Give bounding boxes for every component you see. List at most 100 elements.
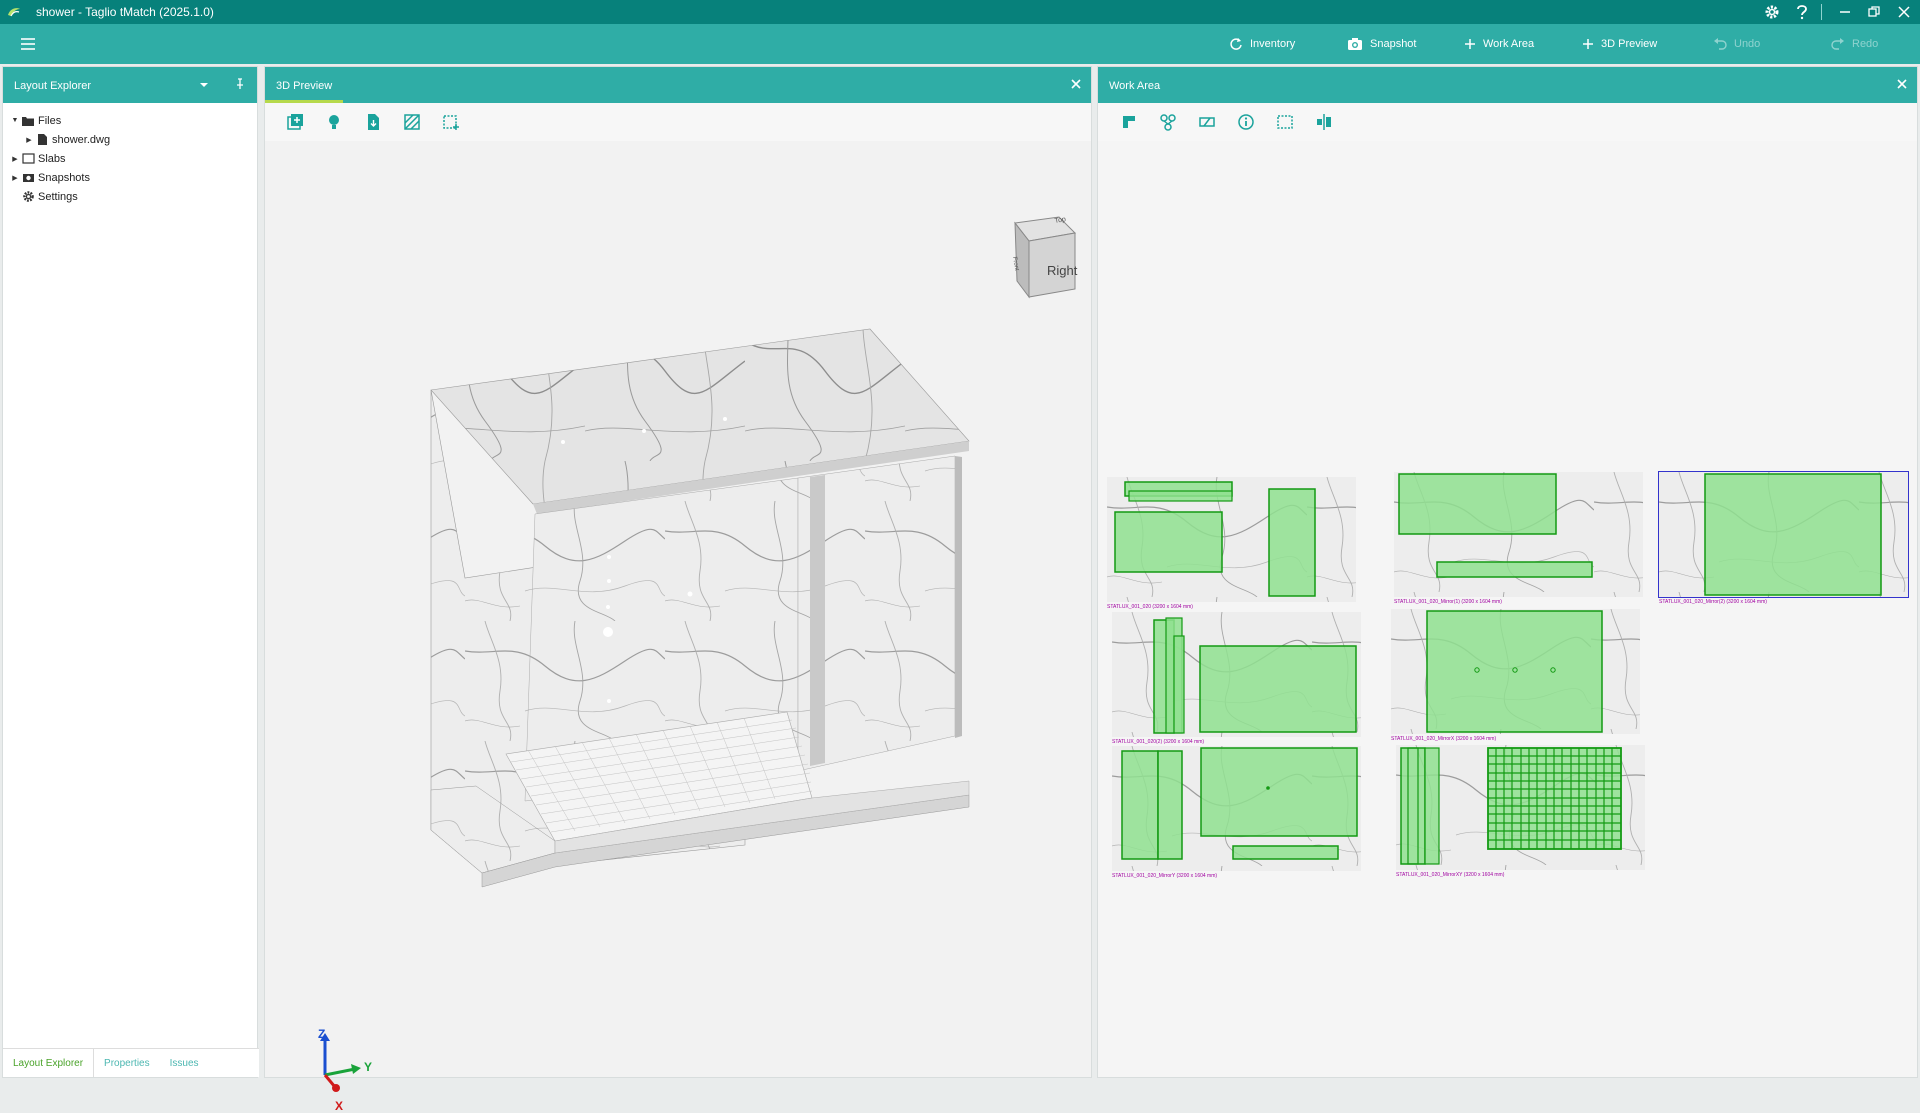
axis-gizmo [320,1033,361,1092]
tree-item-files[interactable]: ▼ Files [9,111,110,130]
explorer-tree: ▼ Files ▶ shower.dwg ▶ Slabs ▶ Snapshots… [9,111,111,206]
dropdown-icon[interactable] [199,80,209,90]
select-area-icon[interactable] [1276,113,1294,131]
transform-icon[interactable] [1198,113,1216,131]
work-area-label: Work Area [1483,38,1535,50]
inventory-label: Inventory [1250,38,1296,50]
undo-label: Undo [1734,38,1761,50]
camera-icon [1348,38,1362,50]
separator [1821,4,1822,20]
slab-card[interactable]: STATLUX_001_020(2) (3200 x 1604 mm) [1112,612,1361,745]
plus-icon [1583,39,1593,49]
inventory-button[interactable]: Inventory [1229,32,1295,56]
3d-preview-tools [265,103,1091,141]
3d-viewport[interactable]: Top Front Right Z Y X [265,141,1091,1113]
corner-align-icon[interactable] [1120,113,1138,131]
slab-icon [21,152,35,166]
tree-label: Slabs [38,152,66,165]
close-icon[interactable] [1069,77,1083,91]
app-logo-icon [8,8,20,17]
slab-card-selected[interactable]: STATLUX_001_020_Mirror(2) (3200 x 1604 m… [1658,471,1909,605]
slab-card[interactable]: STATLUX_001_020_Mirror(1) (3200 x 1604 m… [1394,472,1643,605]
undo-button[interactable]: Undo [1713,32,1760,56]
view-cube-label[interactable]: Right [1047,263,1077,278]
expand-arrow-icon[interactable]: ▶ [9,172,21,184]
export-file-icon[interactable] [364,113,382,131]
redo-icon [1831,38,1844,50]
distribute-icon[interactable] [1315,113,1333,131]
redo-label: Redo [1852,38,1879,50]
settings-icon[interactable] [1759,2,1785,22]
tree-item-settings[interactable]: Settings [9,187,110,206]
3d-preview-header: 3D Preview [265,67,1091,103]
connect-nodes-icon[interactable] [1159,113,1177,131]
tree-label: Settings [38,190,78,203]
slab-label: STATLUX_001_020 (3200 x 1604 mm) [1107,604,1193,610]
tab-layout-explorer[interactable]: Layout Explorer [3,1049,95,1077]
select-area-icon[interactable] [442,113,460,131]
menu-icon[interactable] [18,34,38,54]
slab-card[interactable]: STATLUX_001_020_MirrorX (3200 x 1604 mm) [1391,609,1640,742]
redo-button[interactable]: Redo [1831,32,1878,56]
slab-label: STATLUX_001_020_MirrorY (3200 x 1604 mm) [1112,873,1218,879]
expand-arrow-icon[interactable]: ▶ [9,153,21,165]
title-bar: shower - Taglio tMatch (2025.1.0) [0,0,1920,24]
close-window-icon[interactable] [1891,2,1917,22]
3d-preview-button[interactable]: 3D Preview [1582,32,1657,56]
snapshot-label: Snapshot [1370,38,1417,50]
axis-z-label: Z [318,1027,326,1041]
slab-card[interactable]: STATLUX_001_020 (3200 x 1604 mm) [1107,477,1356,610]
info-icon[interactable] [1237,113,1255,131]
layout-explorer-panel: Layout Explorer ▼ Files ▶ shower.dwg ▶ S… [2,66,259,1078]
add-view-icon[interactable] [286,113,304,131]
help-icon[interactable] [1789,2,1815,22]
3d-preview-panel: 3D Preview Top Front Right Z Y X [264,66,1092,1113]
slab-label: STATLUX_001_020_MirrorXY (3200 x 1604 mm… [1396,872,1505,878]
work-area-header: Work Area [1098,67,1917,103]
axis-y-label: Y [364,1060,373,1074]
slab-card[interactable]: STATLUX_001_020_MirrorXY (3200 x 1604 mm… [1396,745,1645,878]
view-cube[interactable]: Top Front [999,213,1079,303]
folder-icon [21,114,35,128]
tab-properties[interactable]: Properties [94,1049,160,1077]
refresh-icon [1230,38,1242,50]
work-area-title[interactable]: Work Area [1109,80,1160,92]
work-area-button[interactable]: Work Area [1464,32,1534,56]
pin-icon[interactable] [235,78,245,90]
tree-item-shower-dwg[interactable]: ▶ shower.dwg [9,130,110,149]
shower-3d-model[interactable] [265,141,1091,1077]
collapse-arrow-icon[interactable]: ▼ [9,115,21,127]
slab-card[interactable]: STATLUX_001_020_MirrorY (3200 x 1604 mm) [1112,746,1361,879]
minimize-icon[interactable] [1832,2,1858,22]
plus-icon [1465,39,1475,49]
light-bulb-icon[interactable] [325,113,343,131]
window-title: shower - Taglio tMatch (2025.1.0) [36,5,214,19]
snapshot-button[interactable]: Snapshot [1347,32,1416,56]
work-area-panel: Work Area STATLUX_001_020 (3200 x 1604 m… [1097,66,1918,1078]
svg-text:Front: Front [1011,256,1019,271]
restore-icon[interactable] [1861,2,1887,22]
layout-explorer-header: Layout Explorer [3,67,257,103]
slab-label: STATLUX_001_020_MirrorX (3200 x 1604 mm) [1391,736,1497,742]
expand-arrow-icon[interactable]: ▶ [23,134,35,146]
tree-label: Files [38,114,62,127]
tree-item-slabs[interactable]: ▶ Slabs [9,149,110,168]
close-icon[interactable] [1895,77,1909,91]
work-area-canvas[interactable]: STATLUX_001_020 (3200 x 1604 mm) STATLUX… [1098,141,1917,1077]
tree-item-snapshots[interactable]: ▶ Snapshots [9,168,110,187]
tree-label: shower.dwg [52,133,111,146]
tab-issues[interactable]: Issues [160,1049,209,1077]
work-area-tools [1098,103,1917,141]
3d-preview-label: 3D Preview [1601,38,1658,50]
gear-icon [21,190,35,204]
main-toolbar: Inventory Snapshot Work Area 3D Preview … [0,24,1920,64]
axis-x-label: X [335,1099,344,1113]
tree-label: Snapshots [38,171,90,184]
3d-preview-title[interactable]: 3D Preview [276,80,332,92]
slab-label: STATLUX_001_020_Mirror(2) (3200 x 1604 m… [1659,599,1767,605]
texture-icon[interactable] [403,113,421,131]
layout-explorer-title: Layout Explorer [14,80,92,92]
slab-label: STATLUX_001_020_Mirror(1) (3200 x 1604 m… [1394,599,1502,605]
explorer-bottom-tabs: Layout Explorer Properties Issues [3,1048,259,1077]
slab-label: STATLUX_001_020(2) (3200 x 1604 mm) [1112,739,1205,745]
